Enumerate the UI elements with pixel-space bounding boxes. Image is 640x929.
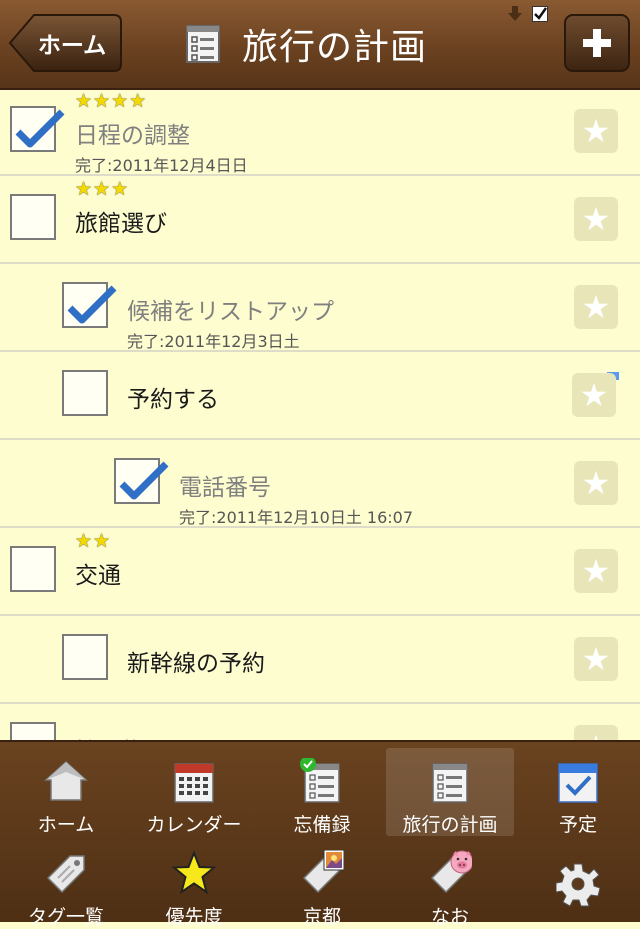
priority-stars: ★★★ bbox=[75, 178, 130, 200]
completed-date: 完了:2011年12月4日日 bbox=[75, 156, 248, 175]
task-checkbox[interactable] bbox=[62, 370, 108, 416]
star-icon bbox=[172, 850, 216, 895]
tab-label: 予定 bbox=[558, 814, 597, 836]
task-row[interactable]: 持ち物 ★ bbox=[0, 704, 640, 740]
task-row[interactable]: ★★★★ 日程の調整 完了:2011年12月4日日 ★ bbox=[0, 88, 640, 176]
priority-button[interactable]: ★ bbox=[574, 285, 618, 329]
checkmark-icon bbox=[67, 285, 117, 324]
task-title[interactable]: 新幹線の予約 bbox=[127, 644, 265, 678]
tab-label: 旅行の計画 bbox=[402, 814, 498, 836]
task-checkbox[interactable] bbox=[10, 106, 65, 152]
tab-label: タグ一覧 bbox=[27, 906, 104, 928]
checkmark-icon bbox=[15, 109, 65, 148]
task-title[interactable]: 候補をリストアップ bbox=[127, 292, 334, 326]
task-title[interactable]: 電話番号 bbox=[179, 468, 271, 502]
plus-icon bbox=[583, 29, 611, 57]
tag-icon bbox=[46, 855, 85, 894]
task-title[interactable]: 日程の調整 bbox=[75, 116, 190, 150]
checked-box-icon bbox=[532, 6, 548, 22]
task-checkbox[interactable] bbox=[62, 282, 117, 328]
star-icon: ★ bbox=[581, 112, 611, 150]
task-row[interactable]: ★★★ 旅館選び ★ bbox=[0, 176, 640, 264]
priority-button[interactable]: ★ bbox=[574, 461, 618, 505]
priority-button[interactable]: ★ bbox=[574, 549, 618, 593]
tab-label: 優先度 bbox=[165, 906, 223, 928]
star-icon: ★ bbox=[581, 640, 611, 678]
calendar-icon bbox=[174, 763, 214, 803]
priority-stars: ★★ bbox=[75, 530, 112, 552]
checklist-icon bbox=[186, 25, 220, 63]
tab-bar: ホーム カレンダー 忘備録 旅行の計画 予定 タグ一覧 優先度 京都 なお bbox=[0, 740, 640, 928]
task-checkbox[interactable] bbox=[114, 458, 169, 504]
tab-travel-plan[interactable]: 旅行の計画 bbox=[386, 748, 514, 836]
tab-priority[interactable]: 優先度 bbox=[130, 840, 258, 928]
add-button[interactable] bbox=[564, 14, 630, 72]
checklist-icon bbox=[300, 758, 340, 803]
task-title[interactable]: 持ち物 bbox=[75, 732, 144, 740]
home-icon bbox=[44, 760, 88, 801]
priority-button[interactable]: ★ bbox=[574, 109, 618, 153]
task-checkbox[interactable] bbox=[10, 194, 56, 240]
tab-memo[interactable]: 忘備録 bbox=[258, 748, 386, 836]
priority-stars: ★★★★ bbox=[75, 90, 148, 112]
tab-label: 京都 bbox=[302, 906, 341, 928]
tab-home[interactable]: ホーム bbox=[2, 748, 130, 836]
star-icon: ★ bbox=[581, 200, 611, 238]
tab-label: なお bbox=[430, 906, 469, 928]
tab-schedule[interactable]: 予定 bbox=[514, 748, 640, 836]
star-icon: ★ bbox=[581, 552, 611, 590]
gear-icon bbox=[556, 863, 600, 907]
task-list[interactable]: ★★★★ 日程の調整 完了:2011年12月4日日 ★ ★★★ 旅館選び ★ 候… bbox=[0, 88, 640, 740]
task-title[interactable]: 予約する bbox=[127, 380, 219, 414]
task-row[interactable]: ★★ 交通 ★ bbox=[0, 528, 640, 616]
tab-tag-list[interactable]: タグ一覧 bbox=[2, 840, 130, 928]
task-row[interactable]: 予約する ★ bbox=[0, 352, 640, 440]
completed-date: 完了:2011年12月10日土 16:07 bbox=[179, 508, 414, 527]
completed-date: 完了:2011年12月3日土 bbox=[127, 332, 300, 351]
tab-settings[interactable] bbox=[514, 840, 640, 928]
back-button-label: ホーム bbox=[37, 33, 107, 59]
priority-button[interactable]: ★ bbox=[574, 197, 618, 241]
task-title[interactable]: 旅館選び bbox=[75, 204, 167, 238]
page-title: 旅行の計画 bbox=[242, 27, 428, 68]
checkmark-icon bbox=[119, 461, 169, 500]
calendar-check-icon bbox=[558, 763, 598, 803]
task-row[interactable]: 電話番号 完了:2011年12月10日土 16:07 ★ bbox=[0, 440, 640, 528]
checklist-icon bbox=[432, 763, 468, 803]
priority-button[interactable]: ★ bbox=[574, 725, 618, 740]
nav-bar: ホーム 旅行の計画 bbox=[0, 0, 640, 90]
task-row[interactable]: 新幹線の予約 ★ bbox=[0, 616, 640, 704]
task-checkbox[interactable] bbox=[10, 546, 56, 592]
title-area: 旅行の計画 bbox=[186, 16, 427, 72]
tab-nao[interactable]: なお bbox=[386, 840, 514, 928]
star-icon: ★ bbox=[579, 376, 609, 414]
tag-pig-icon bbox=[430, 850, 472, 894]
tab-calendar[interactable]: カレンダー bbox=[130, 748, 258, 836]
back-button[interactable]: ホーム bbox=[8, 14, 122, 72]
tab-label: 忘備録 bbox=[293, 814, 351, 836]
task-title[interactable]: 交通 bbox=[75, 556, 121, 590]
task-row[interactable]: 候補をリストアップ 完了:2011年12月3日土 ★ bbox=[0, 264, 640, 352]
tab-label: カレンダー bbox=[146, 814, 242, 836]
task-checkbox[interactable] bbox=[62, 634, 108, 680]
tag-photo-icon bbox=[302, 850, 344, 894]
task-checkbox[interactable] bbox=[10, 722, 56, 740]
download-arrow-icon bbox=[508, 6, 522, 21]
priority-button[interactable]: ★ bbox=[572, 373, 616, 417]
star-icon: ★ bbox=[582, 728, 611, 740]
tab-kyoto[interactable]: 京都 bbox=[258, 840, 386, 928]
priority-button[interactable]: ★ bbox=[574, 637, 618, 681]
star-icon: ★ bbox=[581, 288, 611, 326]
star-icon: ★ bbox=[581, 464, 611, 502]
tab-label: ホーム bbox=[37, 814, 95, 836]
